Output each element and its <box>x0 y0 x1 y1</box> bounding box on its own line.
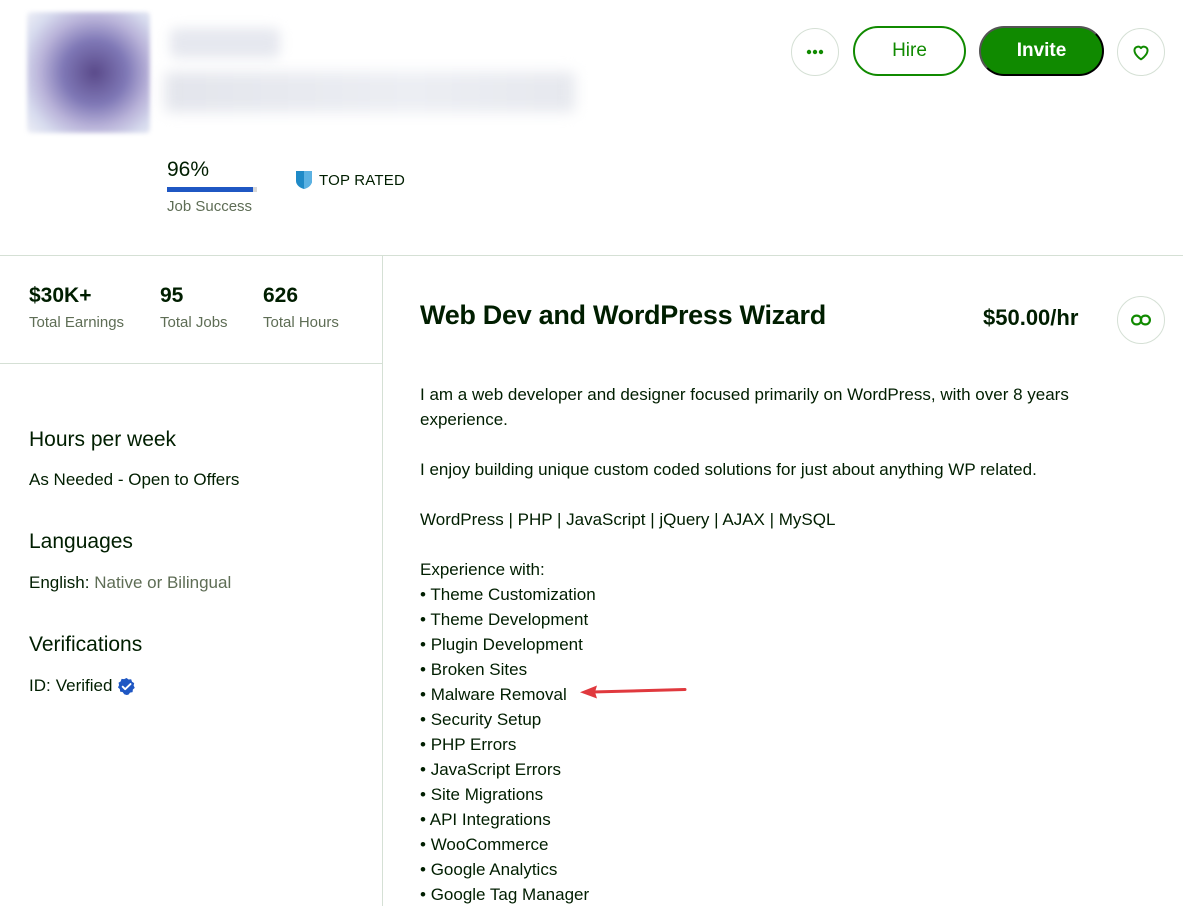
id-status: Verified <box>55 676 113 695</box>
link-icon <box>1131 314 1151 326</box>
column-divider <box>382 256 383 906</box>
verified-badge-icon <box>118 677 136 695</box>
hours-per-week-heading: Hours per week <box>29 428 177 451</box>
stat-label: Total Hours <box>263 314 339 331</box>
top-rated-badge: TOP RATED <box>295 170 405 190</box>
top-rated-shield-icon <box>296 171 312 189</box>
language-level: Native or Bilingual <box>94 573 232 592</box>
list-item: Theme Customization <box>420 582 1140 607</box>
stat-label: Total Earnings <box>29 314 125 331</box>
languages-heading: Languages <box>29 530 133 553</box>
list-item: Theme Development <box>420 607 1140 632</box>
list-item: API Integrations <box>420 807 1140 832</box>
stat-label: Total Jobs <box>160 314 228 331</box>
experience-list: Theme Customization Theme Development Pl… <box>420 582 1140 907</box>
top-rated-label: TOP RATED <box>319 171 405 189</box>
list-item: JavaScript Errors <box>420 757 1140 782</box>
list-item: Site Migrations <box>420 782 1140 807</box>
profile-description: I am a web developer and designer focuse… <box>420 382 1140 907</box>
job-success-bar <box>167 187 257 192</box>
avatar <box>27 12 150 133</box>
verifications-heading: Verifications <box>29 633 143 656</box>
stat-total-hours: 626 Total Hours <box>263 284 339 331</box>
blurred-freelancer-name <box>170 28 280 58</box>
description-intro: I am a web developer and designer focuse… <box>420 385 1069 429</box>
list-item: PHP Errors <box>420 732 1140 757</box>
heart-icon <box>1133 45 1149 61</box>
list-item: Malware Removal <box>420 682 1140 707</box>
job-success-value: 96% <box>167 158 210 181</box>
header-divider <box>0 255 1183 256</box>
stat-total-earnings: $30K+ Total Earnings <box>29 284 124 331</box>
list-item: Google Analytics <box>420 857 1140 882</box>
profile-title: Web Dev and WordPress Wizard <box>420 300 826 330</box>
list-item: Broken Sites <box>420 657 1140 682</box>
list-item: WooCommerce <box>420 832 1140 857</box>
blurred-location-line <box>165 72 575 112</box>
annotation-arrow-icon <box>580 685 687 699</box>
stat-value: 95 <box>160 284 184 307</box>
stat-value: 626 <box>263 284 299 307</box>
id-verification: ID: Verified <box>29 676 136 696</box>
experience-heading: Experience with: <box>420 560 545 579</box>
save-favorite-button[interactable] <box>1117 28 1165 76</box>
stat-total-jobs: 95 Total Jobs <box>160 284 228 331</box>
job-success-bar-fill <box>167 187 254 192</box>
list-item: Security Setup <box>420 707 1140 732</box>
more-options-button[interactable] <box>791 28 839 76</box>
description-line: I enjoy building unique custom coded sol… <box>420 460 1037 479</box>
language-entry: English: Native or Bilingual <box>29 573 231 593</box>
stat-value: $30K+ <box>29 284 92 307</box>
copy-link-button[interactable] <box>1117 296 1165 344</box>
id-label: ID: <box>29 676 51 695</box>
hours-per-week-value: As Needed - Open to Offers <box>29 470 240 489</box>
hourly-rate: $50.00/hr <box>983 305 1079 330</box>
stats-divider <box>0 363 382 364</box>
list-item: Plugin Development <box>420 632 1140 657</box>
invite-button[interactable]: Invite <box>979 26 1104 76</box>
skills-line: WordPress | PHP | JavaScript | jQuery | … <box>420 510 836 529</box>
job-success-label: Job Success <box>167 198 253 215</box>
language-name: English: <box>29 573 90 592</box>
hire-button[interactable]: Hire <box>853 26 966 76</box>
list-item: Google Tag Manager <box>420 882 1140 907</box>
more-dots-icon <box>806 49 824 55</box>
